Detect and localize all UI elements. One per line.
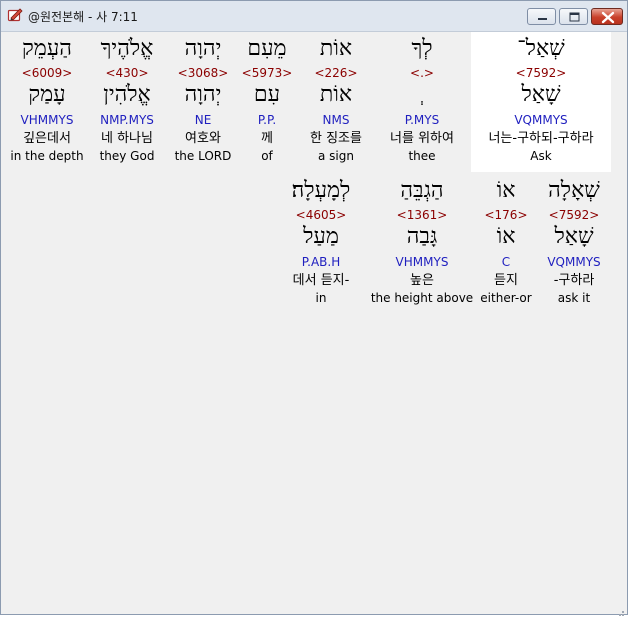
korean-gloss: 깊은데서 <box>23 131 71 146</box>
hebrew-lemma: גָּבַה <box>406 224 438 249</box>
word-cell[interactable]: הַעְמֵק <6009> עָמַק VHMMYS 깊은데서 in the … <box>8 32 86 172</box>
strong-number[interactable]: <226> <box>300 66 372 80</box>
strong-number[interactable]: <6009> <box>8 66 86 80</box>
hebrew-word: אוֹת <box>319 36 353 61</box>
hebrew-word: לְךָ <box>411 36 433 61</box>
english-gloss: the height above <box>370 291 474 305</box>
word-cell[interactable]: הַגְבֵּהַ <1361> גָּבַה VHMMYS 높은 the he… <box>370 174 474 314</box>
close-button[interactable] <box>591 8 623 25</box>
hebrew-lemma: מַעַל <box>303 224 339 249</box>
morph-code[interactable]: VQMMYS <box>471 113 611 127</box>
morph-code[interactable]: P.MYS <box>378 113 466 127</box>
english-gloss: ask it <box>557 291 591 305</box>
hebrew-lemma: עִם <box>253 82 281 107</box>
korean-gloss: 네 하나님 <box>101 131 153 146</box>
strong-number[interactable]: <7592> <box>471 66 611 80</box>
word-cell[interactable]: לְךָ <.> ְ P.MYS 너를 위하여 thee <box>378 32 466 172</box>
morph-code[interactable]: NE <box>170 113 236 127</box>
english-gloss: they God <box>99 149 155 163</box>
english-gloss: thee <box>408 149 436 163</box>
english-gloss: Ask <box>530 149 552 163</box>
interlinear-panel: הַעְמֵק <6009> עָמַק VHMMYS 깊은데서 in the … <box>8 32 620 607</box>
strong-number[interactable]: <5973> <box>241 66 293 80</box>
bible-app-icon[interactable] <box>7 7 23 23</box>
word-cell[interactable]: יְהוָה <3068> יְהוָה NE 여호와 the LORD <box>170 32 236 172</box>
maximize-button[interactable] <box>559 8 588 25</box>
strong-number[interactable]: <.> <box>378 66 466 80</box>
strong-number[interactable]: <176> <box>479 208 533 222</box>
english-gloss: the LORD <box>174 149 232 163</box>
word-cell[interactable]: לְמָעְלָה׃ <4605> מַעַל P.AB.H 데서 듣지- in <box>278 174 364 314</box>
korean-gloss: 높은 <box>410 273 434 288</box>
word-cell-selected[interactable]: שְׁאַל־ <7592> שָׁאַל VQMMYS 너는-구하되-구하라 … <box>471 32 611 172</box>
korean-gloss: 너를 위하여 <box>390 131 454 146</box>
word-cell[interactable]: אוֹת <226> אוֹת NMS 한 징조를 a sign <box>300 32 372 172</box>
english-gloss: a sign <box>318 149 354 163</box>
window-title: @원전본해 - 사 7:11 <box>28 10 138 24</box>
hebrew-word: לְמָעְלָה׃ <box>291 178 351 203</box>
hebrew-lemma: שָׁאַל <box>554 224 594 249</box>
hebrew-lemma: עָמַק <box>28 82 66 107</box>
app-window: @원전본해 - 사 7:11 הַעְמֵק <6009> עָמַק VHMM… <box>0 0 628 616</box>
word-cell[interactable]: אוֹ <176> אוֹ C 듣지 either-or <box>479 174 533 314</box>
hebrew-lemma: יְהוָה <box>184 82 222 107</box>
hebrew-lemma: שָׁאַל <box>521 82 561 107</box>
morph-code[interactable]: P.AB.H <box>278 255 364 269</box>
resize-grip-icon[interactable] <box>615 602 625 616</box>
title-bar[interactable]: @원전본해 - 사 7:11 <box>1 1 627 32</box>
english-gloss: of <box>261 149 273 163</box>
minimize-button[interactable] <box>527 8 556 25</box>
hebrew-word: מֵעִם <box>247 36 287 61</box>
hebrew-word: הַגְבֵּהַ <box>400 178 444 203</box>
hebrew-word: אֱלֹהֶיךָ <box>100 36 154 61</box>
word-cell[interactable]: שְׁאָלָה <7592> שָׁאַל VQMMYS -구하라 ask i… <box>539 174 609 314</box>
hebrew-lemma: אֱלֹהִין <box>103 82 151 107</box>
strong-number[interactable]: <1361> <box>370 208 474 222</box>
morph-code[interactable]: P.P. <box>241 113 293 127</box>
english-gloss: in <box>315 291 327 305</box>
hebrew-word: שְׁאָלָה <box>548 178 600 203</box>
morph-code[interactable]: NMP.MYS <box>91 113 163 127</box>
english-gloss: in the depth <box>10 149 84 163</box>
hebrew-lemma: ְ <box>378 82 466 108</box>
strong-number[interactable]: <4605> <box>278 208 364 222</box>
morph-code[interactable]: VQMMYS <box>539 255 609 269</box>
korean-gloss: 여호와 <box>185 131 221 146</box>
korean-gloss: 데서 듣지- <box>292 273 350 288</box>
korean-gloss: 한 징조를 <box>310 131 362 146</box>
hebrew-word: הַעְמֵק <box>22 36 72 61</box>
morph-code[interactable]: VHMMYS <box>8 113 86 127</box>
morph-code[interactable]: NMS <box>300 113 372 127</box>
english-gloss: either-or <box>480 291 532 305</box>
hebrew-word: שְׁאַל־ <box>517 36 565 61</box>
morph-code[interactable]: VHMMYS <box>370 255 474 269</box>
korean-gloss: -구하라 <box>553 273 595 288</box>
hebrew-word: אוֹ <box>496 178 516 203</box>
strong-number[interactable]: <430> <box>91 66 163 80</box>
word-cell[interactable]: אֱלֹהֶיךָ <430> אֱלֹהִין NMP.MYS 네 하나님 t… <box>91 32 163 172</box>
korean-gloss: 듣지 <box>494 273 518 288</box>
korean-gloss: 너는-구하되-구하라 <box>488 131 594 146</box>
strong-number[interactable]: <7592> <box>539 208 609 222</box>
strong-number[interactable]: <3068> <box>170 66 236 80</box>
hebrew-lemma: אוֹ <box>496 224 516 249</box>
hebrew-lemma: אוֹת <box>319 82 353 107</box>
word-cell[interactable]: מֵעִם <5973> עִם P.P. 께 of <box>241 32 293 172</box>
korean-gloss: 께 <box>261 131 273 146</box>
hebrew-word: יְהוָה <box>184 36 222 61</box>
morph-code[interactable]: C <box>479 255 533 269</box>
